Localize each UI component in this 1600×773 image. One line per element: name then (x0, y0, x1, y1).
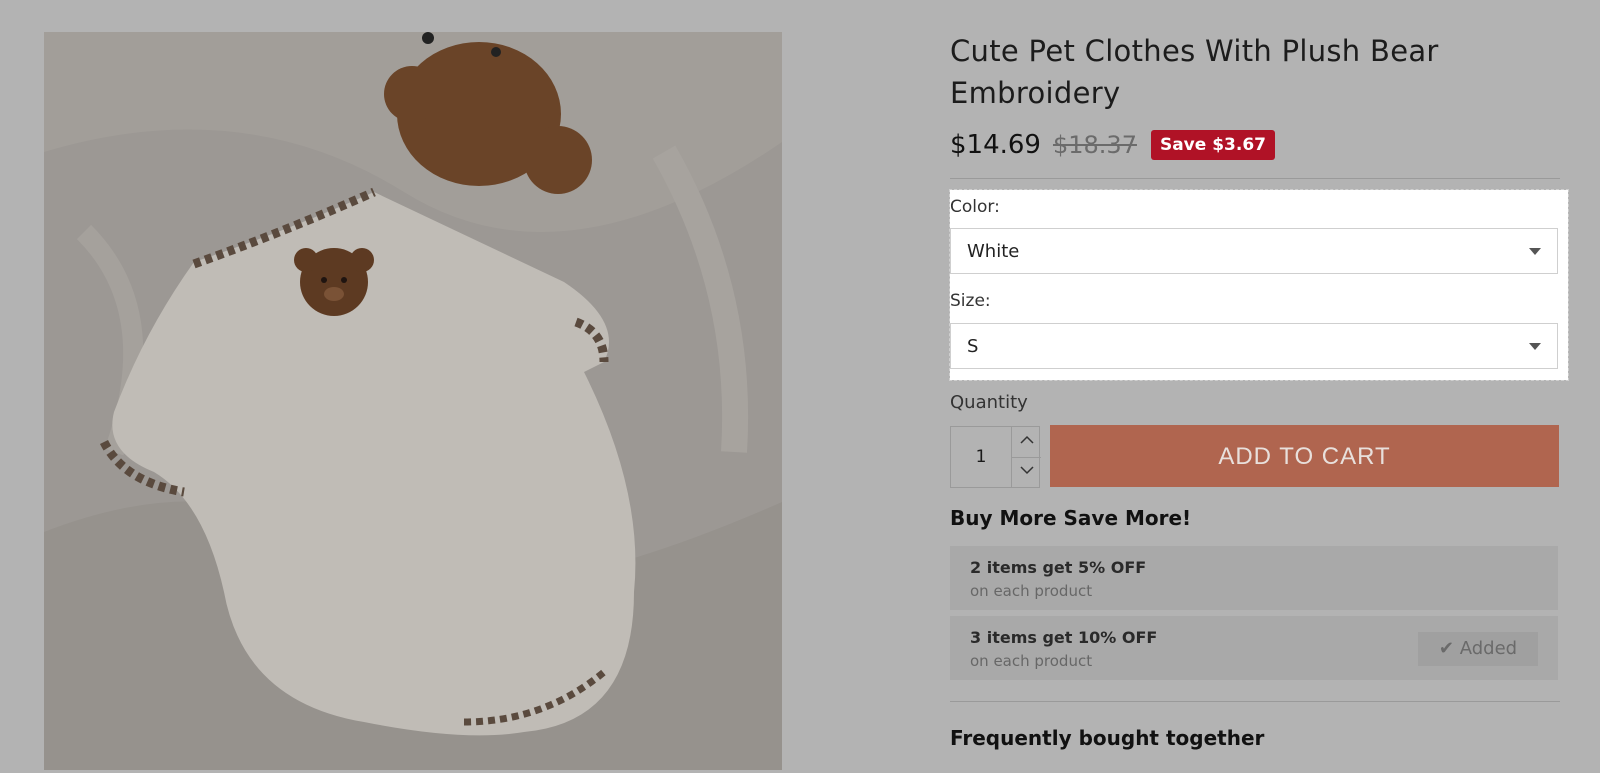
size-label: Size: (950, 291, 991, 311)
chevron-up-icon[interactable] (1011, 427, 1041, 458)
divider (950, 178, 1560, 179)
quantity-label: Quantity (950, 392, 1028, 413)
caret-down-icon (1529, 343, 1541, 350)
discount-tier[interactable]: 2 items get 5% OFF on each product (950, 546, 1558, 610)
quantity-input[interactable]: 1 (951, 427, 1011, 487)
product-title: Cute Pet Clothes With Plush Bear Embroid… (950, 34, 1439, 110)
tier-subtext: on each product (970, 582, 1093, 600)
add-to-cart-button[interactable]: ADD TO CART (1050, 425, 1559, 487)
color-select-value: White (967, 241, 1020, 262)
buy-more-title: Buy More Save More! (950, 506, 1192, 530)
added-button-label: Added (1459, 638, 1518, 659)
size-select-value: S (967, 336, 979, 357)
tier-headline: 3 items get 10% OFF (970, 628, 1158, 647)
size-select[interactable]: S (950, 323, 1558, 369)
color-select[interactable]: White (950, 228, 1558, 274)
chevron-down-icon[interactable] (1011, 457, 1041, 487)
color-label: Color: (950, 197, 1000, 217)
variant-options-panel: Color: White Size: S (949, 189, 1569, 381)
caret-down-icon (1529, 248, 1541, 255)
compare-price: $18.37 (1052, 131, 1137, 159)
product-image[interactable] (44, 32, 782, 770)
discount-tier[interactable]: 3 items get 10% OFF on each product ✔ Ad… (950, 616, 1558, 680)
added-button[interactable]: ✔ Added (1418, 632, 1538, 666)
quantity-stepper: 1 (950, 426, 1041, 488)
check-icon: ✔ (1438, 638, 1454, 659)
tier-subtext: on each product (970, 652, 1093, 670)
frequently-bought-together-title: Frequently bought together (950, 726, 1265, 750)
tier-headline: 2 items get 5% OFF (970, 558, 1147, 577)
sale-price: $14.69 (950, 130, 1041, 160)
divider (950, 701, 1560, 702)
save-badge: Save $3.67 (1150, 130, 1275, 160)
price-row: $14.69 $18.37 Save $3.67 (950, 126, 1275, 164)
